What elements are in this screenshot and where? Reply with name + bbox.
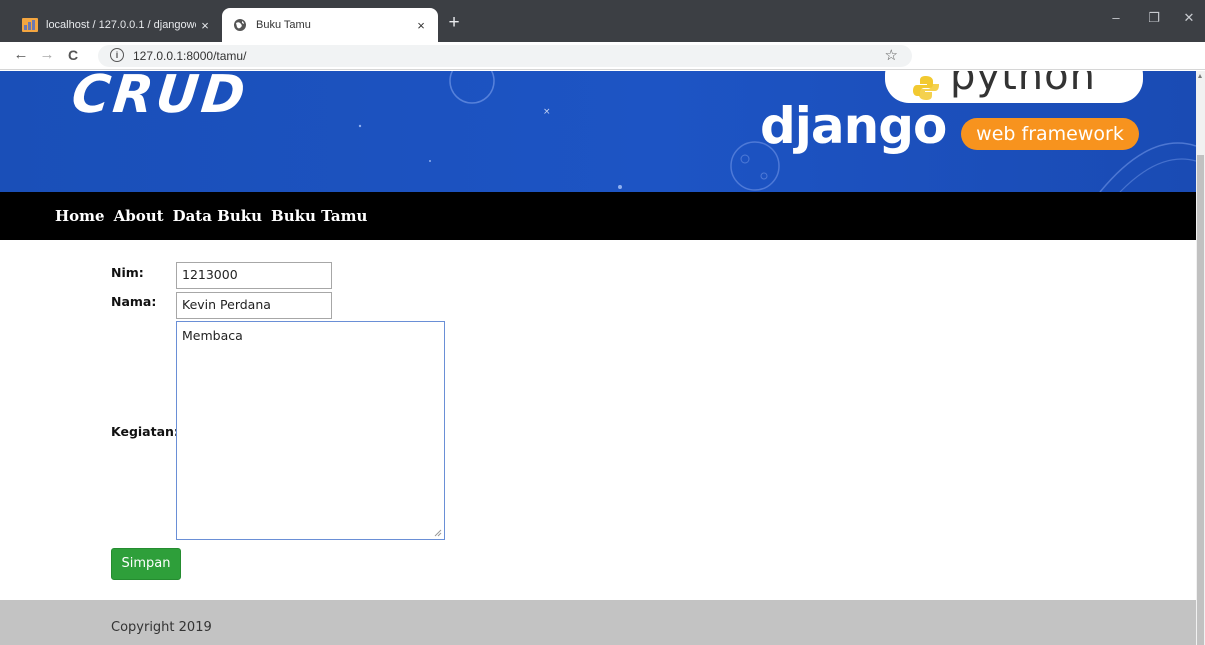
minimize-icon[interactable]: – [1106,10,1126,25]
url-box[interactable]: i 127.0.0.1:8000/tamu/ ☆ [98,45,912,67]
url-text[interactable]: 127.0.0.1:8000/tamu/ [133,49,246,63]
nim-input[interactable]: 1213000 [176,262,332,289]
guestbook-form: Nim: 1213000 Nama: Kevin Perdana Kegiata… [0,240,1196,600]
scroll-up-arrow-icon[interactable] [1198,74,1202,78]
nav-link-buku-tamu[interactable]: Buku Tamu [271,207,367,225]
page-viewport: × CRUD python django web framework Home … [0,71,1196,645]
info-icon[interactable]: i [110,48,124,62]
django-logo-text: django [760,97,947,155]
tab-close-icon[interactable]: × [412,18,430,33]
nav-link-about[interactable]: About [114,207,164,225]
page-footer: Copyright 2019 [0,600,1196,645]
crud-logo-text: CRUD [68,71,251,125]
browser-tab-bar: localhost / 127.0.0.1 / djangoweb × Buku… [0,0,1205,42]
kegiatan-text: Membaca [182,328,243,343]
restore-icon[interactable]: ❐ [1144,10,1164,26]
main-navbar: Home About Data Buku Buku Tamu [0,192,1196,240]
python-logo-text: python [950,71,1096,99]
vertical-scrollbar[interactable] [1196,71,1205,645]
back-arrow-icon[interactable]: ← [12,46,30,64]
reload-icon[interactable]: C [64,46,82,64]
forward-arrow-icon[interactable]: → [38,46,56,64]
tab-close-icon[interactable]: × [196,18,214,33]
copyright-text: Copyright 2019 [111,620,212,635]
tab-phpmyadmin[interactable]: localhost / 127.0.0.1 / djangoweb × [12,8,222,42]
kegiatan-label: Kegiatan: [111,424,179,439]
tab-buku-tamu[interactable]: Buku Tamu × [222,8,438,42]
simpan-button[interactable]: Simpan [111,548,181,580]
new-tab-icon[interactable]: + [444,13,464,33]
close-window-icon[interactable]: ✕ [1179,10,1199,26]
bookmark-star-icon[interactable]: ☆ [885,46,898,64]
nav-link-home[interactable]: Home [55,207,105,225]
tab-title: Buku Tamu [256,19,311,31]
nav-link-data-buku[interactable]: Data Buku [173,207,262,225]
svg-text:×: × [543,107,551,117]
kegiatan-textarea[interactable]: Membaca [176,321,445,540]
header-banner: × CRUD python django web framework [0,71,1196,192]
tab-title: localhost / 127.0.0.1 / djangoweb [46,19,196,31]
nim-label: Nim: [111,265,144,280]
globe-icon [232,17,248,33]
address-bar: ← → C i 127.0.0.1:8000/tamu/ ☆ [0,42,1205,70]
nama-input[interactable]: Kevin Perdana [176,292,332,319]
resize-grip-icon[interactable] [434,529,442,537]
nama-label: Nama: [111,294,157,309]
scrollbar-thumb[interactable] [1197,155,1204,645]
phpmyadmin-favicon-icon [22,17,38,33]
web-framework-badge: web framework [961,118,1139,150]
